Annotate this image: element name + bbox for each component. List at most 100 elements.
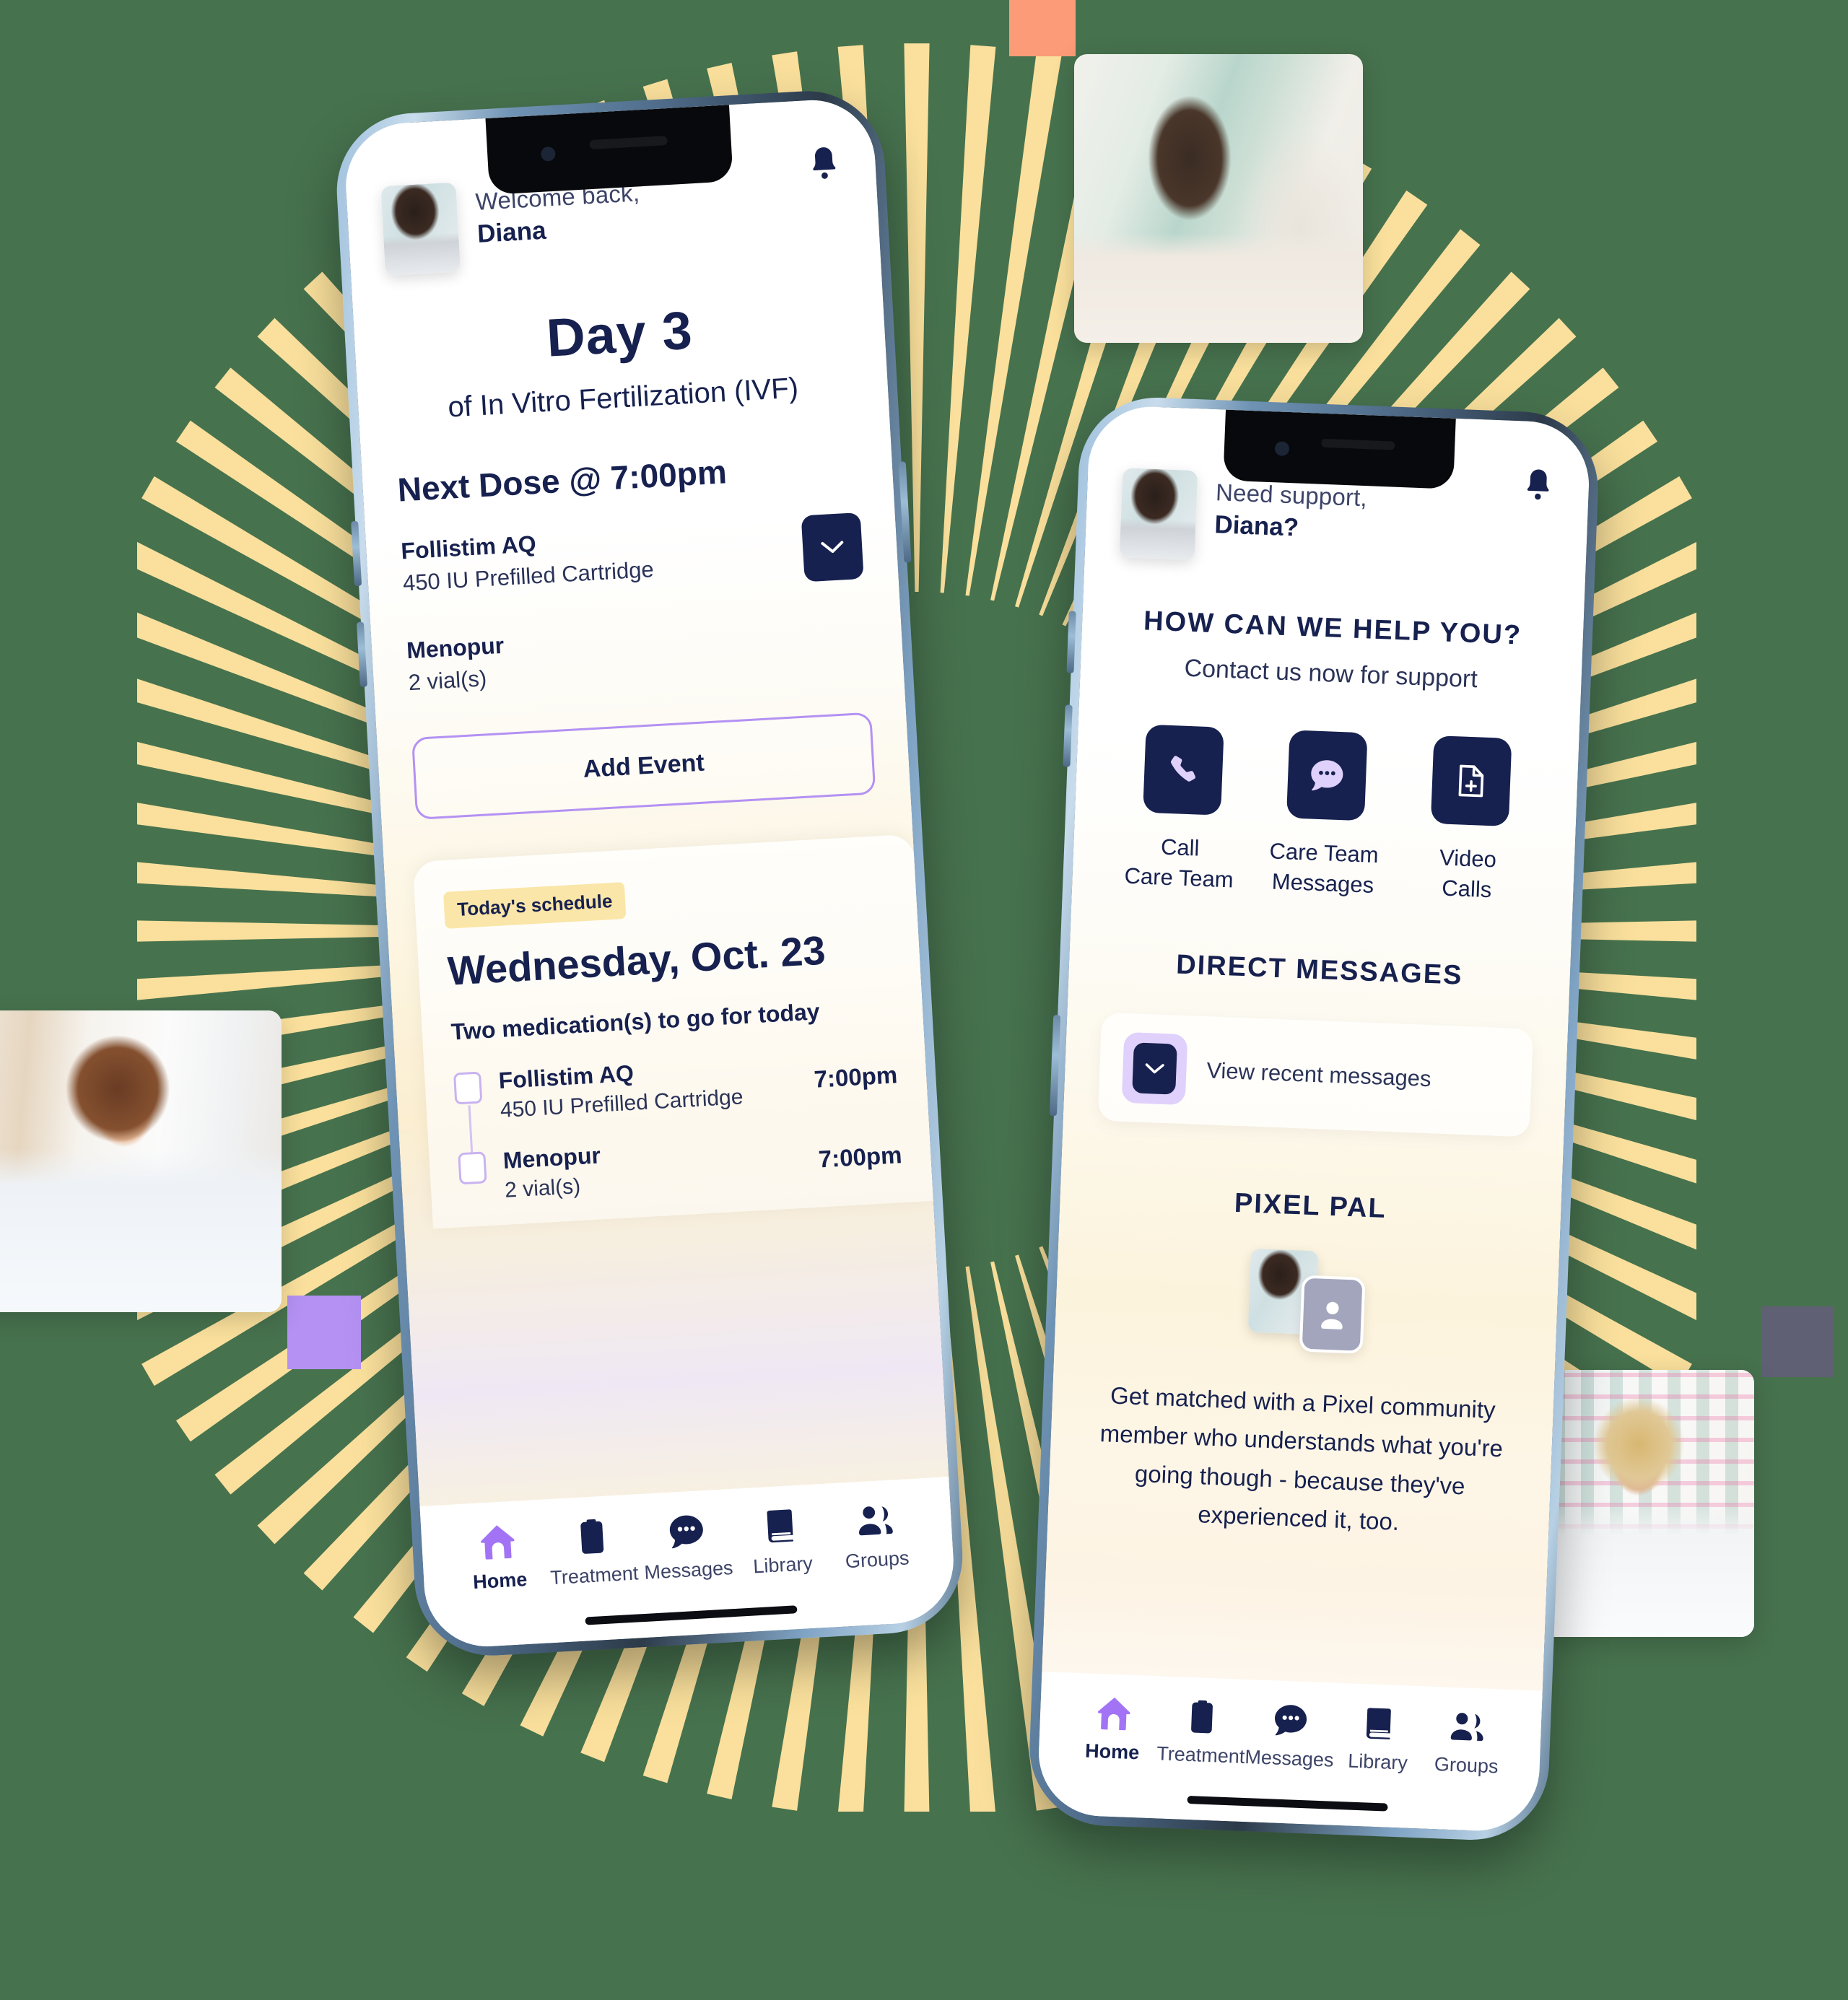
medication-summary-row: Menopur 2 vial(s) <box>406 612 869 696</box>
chevron-down-icon <box>1143 1062 1166 1075</box>
phone-mockup-support: Need support, Diana? HOW CAN WE HELP YOU… <box>1027 394 1601 1843</box>
doctor-tablet-photo <box>0 1010 282 1312</box>
people-icon <box>856 1502 894 1540</box>
tab-home[interactable]: Home <box>1071 1695 1156 1765</box>
chevron-down-icon <box>819 538 846 556</box>
action-label: Care Team Messages <box>1268 838 1380 898</box>
tab-label: Treatment <box>1156 1742 1245 1768</box>
orange-square <box>1009 0 1076 56</box>
expand-dose-button[interactable] <box>801 512 864 582</box>
tab-label: Treatment <box>549 1562 640 1589</box>
avatar[interactable] <box>380 182 461 276</box>
medication-checkbox[interactable] <box>453 1071 483 1105</box>
home-icon <box>1095 1695 1133 1732</box>
book-icon <box>1364 1706 1395 1742</box>
tab-home[interactable]: Home <box>453 1521 545 1595</box>
todays-schedule-card: Today's schedule Wednesday, Oct. 23 Two … <box>412 834 933 1229</box>
tab-label: Home <box>1084 1739 1140 1764</box>
tab-label: Messages <box>643 1557 734 1584</box>
care-team-messages-button[interactable]: Care Team Messages <box>1260 729 1390 901</box>
schedule-note: Two medication(s) to go for today <box>450 998 821 1045</box>
direct-messages-title: DIRECT MESSAGES <box>1175 949 1464 991</box>
avatar[interactable] <box>1119 468 1198 561</box>
user-name: Diana <box>476 216 547 248</box>
medication-name: Menopur <box>406 632 505 664</box>
book-icon <box>764 1507 798 1545</box>
chat-bubble-icon <box>1272 1702 1309 1738</box>
phone-icon-tile <box>1142 724 1224 816</box>
home-scroll-area[interactable]: Welcome back, Diana Day 3 of In Vitro Fe… <box>342 97 949 1507</box>
tab-treatment[interactable]: Treatment <box>547 1516 640 1589</box>
list-item[interactable]: Follistim AQ 450 IU Prefilled Cartridge … <box>453 1045 899 1181</box>
action-label: Video Calls <box>1439 844 1497 903</box>
tab-label: Library <box>752 1552 814 1578</box>
task-dose: 2 vial(s) <box>504 1174 581 1202</box>
list-item[interactable]: Menopur 2 vial(s) 7:00pm <box>458 1125 903 1205</box>
tab-label: Groups <box>845 1547 910 1573</box>
tab-treatment[interactable]: Treatment <box>1156 1698 1245 1768</box>
clipboard-icon <box>1186 1699 1218 1735</box>
action-label: Call Care Team <box>1124 834 1234 893</box>
person-icon-badge <box>1299 1275 1366 1354</box>
status-badge: Today's schedule <box>443 881 627 929</box>
medication-checkbox[interactable] <box>458 1151 487 1185</box>
task-time: 7:00pm <box>817 1141 903 1173</box>
task-time: 7:00pm <box>813 1061 899 1093</box>
page-subtitle: Contact us now for support <box>1183 654 1478 694</box>
page-title: Day 3 <box>544 300 694 368</box>
tab-groups[interactable]: Groups <box>830 1501 923 1574</box>
tab-library[interactable]: Library <box>1335 1705 1421 1775</box>
tab-messages[interactable]: Messages <box>1245 1701 1334 1771</box>
pixel-pal-avatar-group <box>1089 1242 1524 1367</box>
front-camera <box>1274 441 1290 457</box>
home-indicator[interactable] <box>1187 1795 1388 1812</box>
phone-icon <box>1166 753 1200 787</box>
bell-icon[interactable] <box>806 145 842 185</box>
tab-label: Home <box>472 1568 528 1594</box>
tab-groups[interactable]: Groups <box>1424 1708 1510 1778</box>
bell-icon[interactable] <box>1522 467 1555 506</box>
app-home-screen: Welcome back, Diana Day 3 of In Vitro Fe… <box>342 97 957 1650</box>
composition-stage: Welcome back, Diana Day 3 of In Vitro Fe… <box>0 0 1848 2000</box>
pixel-pal-description: Get matched with a Pixel community membe… <box>1099 1381 1504 1535</box>
bottom-navigation: Home Treatment Messages Library Groups <box>1037 1672 1543 1793</box>
support-actions: Call Care Team Care Team Messages Video … <box>1107 723 1544 907</box>
task-name: Menopur <box>502 1142 601 1174</box>
clipboard-icon <box>575 1518 609 1555</box>
pixel-pal-title: PIXEL PAL <box>1234 1187 1387 1224</box>
purple-square <box>287 1296 361 1369</box>
phone-screen-support: Need support, Diana? HOW CAN WE HELP YOU… <box>1036 404 1592 1833</box>
medication-summary-row: Follistim AQ 450 IU Prefilled Cartridge <box>401 512 864 604</box>
phone-mockup-home: Welcome back, Diana Day 3 of In Vitro Fe… <box>332 87 967 1660</box>
video-calls-button[interactable]: Video Calls <box>1405 735 1535 907</box>
video-file-icon-tile <box>1430 735 1512 827</box>
front-camera <box>541 147 557 162</box>
home-icon <box>478 1523 518 1561</box>
earpiece-speaker <box>1321 438 1395 450</box>
support-scroll-area[interactable]: Need support, Diana? HOW CAN WE HELP YOU… <box>1042 404 1592 1691</box>
people-icon <box>1450 1709 1486 1745</box>
page-title: HOW CAN WE HELP YOU? <box>1143 606 1522 651</box>
chat-bubble-icon <box>1308 757 1346 793</box>
gray-square <box>1761 1306 1834 1377</box>
person-icon <box>1317 1298 1348 1331</box>
tab-label: Library <box>1347 1750 1408 1774</box>
next-dose-title: Next Dose @ 7:00pm <box>396 453 728 509</box>
view-recent-messages-row[interactable]: View recent messages <box>1097 1012 1534 1137</box>
row-label: View recent messages <box>1206 1057 1432 1091</box>
call-care-team-button[interactable]: Call Care Team <box>1117 723 1247 895</box>
chat-bubble-icon <box>667 1512 707 1550</box>
schedule-date: Wednesday, Oct. 23 <box>446 927 827 994</box>
chat-icon-tile <box>1286 730 1368 821</box>
video-file-icon <box>1455 763 1487 799</box>
treatment-subtitle: of In Vitro Fertilization (IVF) <box>447 372 800 424</box>
home-indicator[interactable] <box>585 1604 798 1625</box>
tab-messages[interactable]: Messages <box>641 1511 733 1584</box>
phone-screen-home: Welcome back, Diana Day 3 of In Vitro Fe… <box>342 97 957 1650</box>
medication-dose: 2 vial(s) <box>407 665 488 696</box>
chevron-tile <box>1121 1031 1188 1105</box>
app-support-screen: Need support, Diana? HOW CAN WE HELP YOU… <box>1036 404 1592 1833</box>
phone-notch <box>485 105 733 195</box>
tab-library[interactable]: Library <box>736 1506 828 1579</box>
user-name: Diana? <box>1213 510 1299 542</box>
